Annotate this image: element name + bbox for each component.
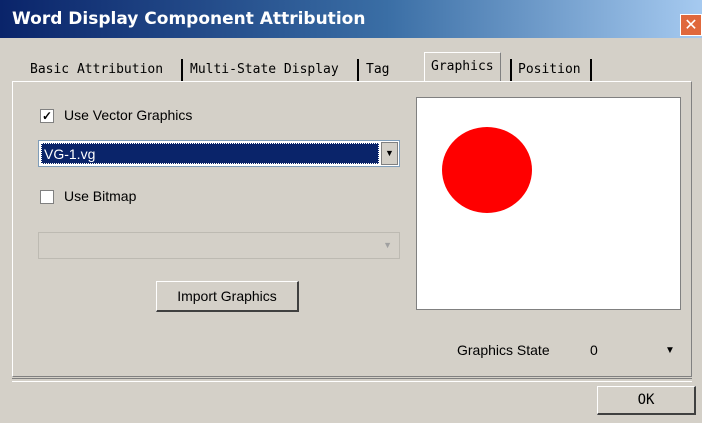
tab-divider [357, 59, 359, 81]
tab-label: Position [518, 62, 581, 77]
import-graphics-button[interactable]: Import Graphics [156, 281, 299, 312]
dropdown-arrow-icon[interactable]: ▼ [381, 142, 398, 165]
use-vector-graphics-label: Use Vector Graphics [64, 107, 193, 123]
close-button[interactable]: ✕ [680, 14, 702, 36]
tab-label: Graphics [431, 59, 494, 74]
graphics-state-label: Graphics State [457, 342, 550, 358]
tab-basic-attribution[interactable]: Basic Attribution [26, 57, 167, 82]
ok-button[interactable]: OK [597, 386, 696, 415]
dropdown-arrow-icon[interactable]: ▼ [383, 240, 392, 250]
title-bar[interactable]: Word Display Component Attribution ✕ [0, 0, 702, 38]
checkmark-icon: ✓ [41, 109, 53, 123]
dialog-window: Word Display Component Attribution ✕ Bas… [0, 0, 702, 423]
tab-position[interactable]: Position [514, 57, 585, 82]
use-bitmap-label: Use Bitmap [64, 188, 137, 204]
vector-graphics-select[interactable]: VG-1.vg ▼ [38, 140, 400, 167]
vector-graphics-selected-value: VG-1.vg [41, 143, 379, 164]
tab-divider [590, 59, 592, 81]
tab-tag[interactable]: Tag [362, 57, 393, 82]
close-icon: ✕ [684, 15, 698, 34]
window-title: Word Display Component Attribution [12, 9, 366, 29]
tab-label: Tag [366, 62, 390, 77]
tab-multi-state-display[interactable]: Multi-State Display [186, 57, 343, 82]
import-graphics-label: Import Graphics [177, 288, 277, 304]
tab-divider [181, 59, 183, 81]
graphics-state-value[interactable]: 0 [590, 342, 598, 358]
ok-label: OK [637, 392, 655, 408]
tab-divider [510, 59, 512, 81]
bitmap-select[interactable]: ▼ [38, 232, 400, 259]
red-circle-graphic [442, 127, 532, 213]
use-bitmap-checkbox[interactable] [40, 190, 54, 204]
graphics-preview [416, 97, 681, 310]
dropdown-arrow-icon[interactable]: ▼ [665, 345, 675, 356]
footer-divider [12, 378, 692, 382]
tab-label: Multi-State Display [190, 62, 339, 77]
tab-label: Basic Attribution [30, 62, 164, 77]
tab-graphics[interactable]: Graphics [424, 52, 501, 82]
use-vector-graphics-checkbox[interactable]: ✓ [40, 109, 54, 123]
